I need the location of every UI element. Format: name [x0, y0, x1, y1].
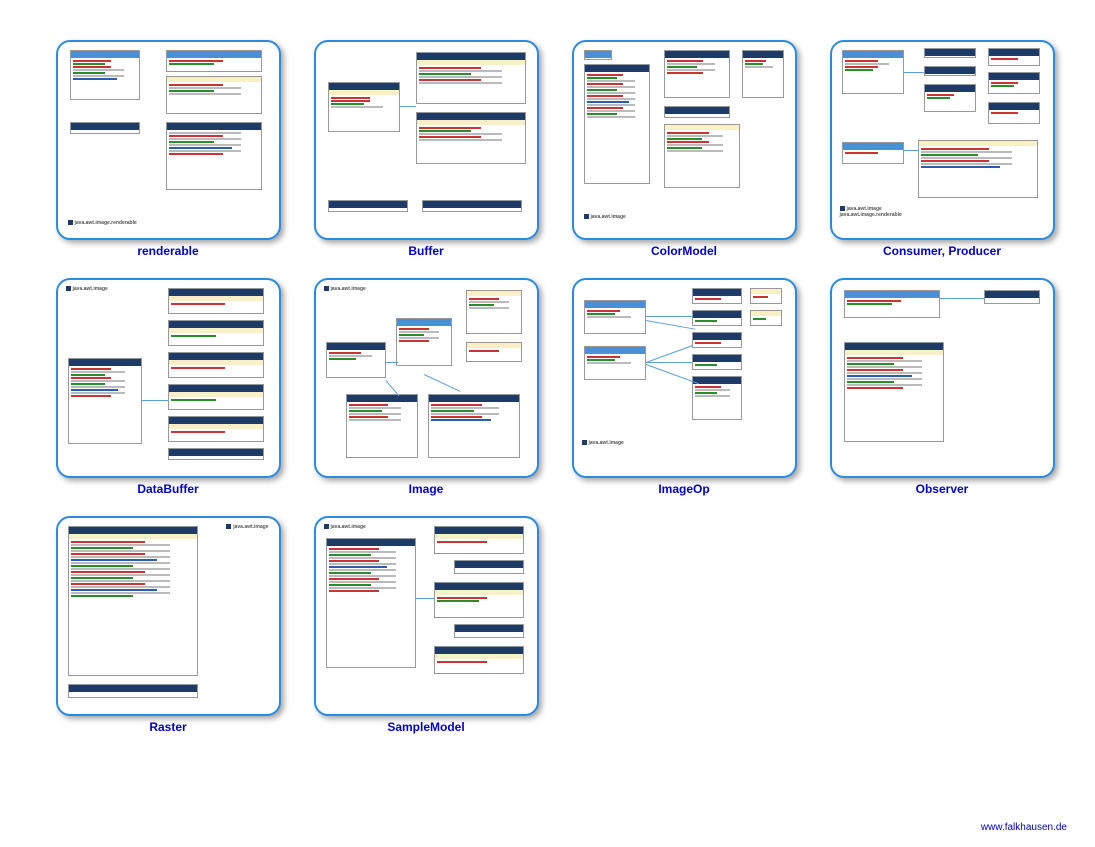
caption-consumer-producer[interactable]: Consumer, Producer [883, 244, 1001, 258]
caption-observer[interactable]: Observer [916, 482, 969, 496]
pkg-label: java.awt.image [226, 524, 268, 530]
caption-imageop[interactable]: ImageOp [658, 482, 709, 496]
thumb-consumer-producer[interactable]: java.awt.image java.awt.image.renderable [830, 40, 1055, 240]
caption-databuffer[interactable]: DataBuffer [137, 482, 198, 496]
pkg-label: java.awt.image java.awt.image.renderable [840, 206, 902, 218]
pkg-label: java.awt.image [66, 286, 108, 292]
thumb-cell-buffer: Buffer [306, 40, 546, 258]
thumbnail-grid: java.awt.image.renderable renderable Buf… [0, 0, 1095, 734]
thumb-image[interactable]: java.awt.image [314, 278, 539, 478]
thumb-cell-samplemodel: java.awt.image SampleModel [306, 516, 546, 734]
caption-colormodel[interactable]: ColorModel [651, 244, 717, 258]
pkg-label: java.awt.image [584, 214, 626, 220]
thumb-cell-raster: java.awt.image Raster [48, 516, 288, 734]
pkg-label: java.awt.image.renderable [68, 220, 137, 226]
thumb-samplemodel[interactable]: java.awt.image [314, 516, 539, 716]
thumb-renderable[interactable]: java.awt.image.renderable [56, 40, 281, 240]
thumb-observer[interactable] [830, 278, 1055, 478]
thumb-databuffer[interactable]: java.awt.image [56, 278, 281, 478]
thumb-cell-observer: Observer [822, 278, 1062, 496]
thumb-cell-image: java.awt.image Image [306, 278, 546, 496]
caption-samplemodel[interactable]: SampleModel [387, 720, 464, 734]
thumb-colormodel[interactable]: java.awt.image [572, 40, 797, 240]
caption-renderable[interactable]: renderable [137, 244, 198, 258]
thumb-cell-consumer-producer: java.awt.image java.awt.image.renderable… [822, 40, 1062, 258]
thumb-imageop[interactable]: java.awt.image [572, 278, 797, 478]
thumb-cell-imageop: java.awt.image ImageOp [564, 278, 804, 496]
pkg-label: java.awt.image [582, 440, 624, 446]
thumb-buffer[interactable] [314, 40, 539, 240]
caption-raster[interactable]: Raster [149, 720, 186, 734]
caption-buffer[interactable]: Buffer [408, 244, 443, 258]
pkg-label: java.awt.image [324, 286, 366, 292]
pkg-label: java.awt.image [324, 524, 366, 530]
thumb-raster[interactable]: java.awt.image [56, 516, 281, 716]
thumb-cell-databuffer: java.awt.image DataBuffer [48, 278, 288, 496]
thumb-cell-colormodel: java.awt.image ColorModel [564, 40, 804, 258]
caption-image[interactable]: Image [409, 482, 444, 496]
thumb-cell-renderable: java.awt.image.renderable renderable [48, 40, 288, 258]
footer-link[interactable]: www.falkhausen.de [981, 822, 1067, 833]
